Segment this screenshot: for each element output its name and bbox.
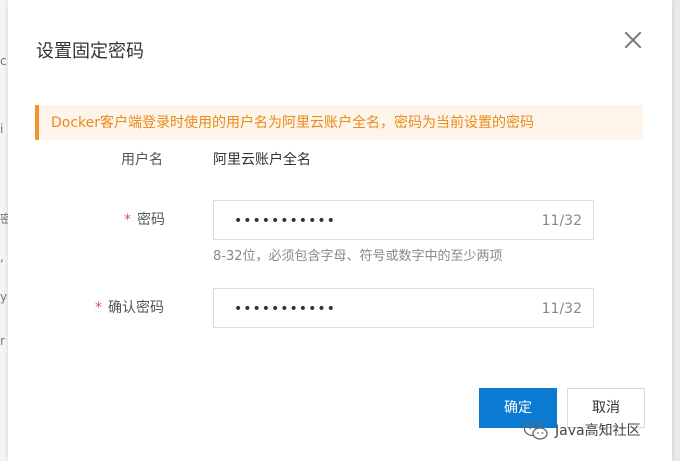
background-text-fragment: c: [0, 54, 7, 68]
username-label: 用户名: [121, 152, 163, 168]
required-mark: *: [124, 212, 131, 228]
confirm-password-masked-value: •••••••••••: [234, 301, 336, 317]
confirm-password-label: * 确认密码: [95, 299, 164, 317]
background-text-fragment: 密: [0, 212, 8, 226]
password-hint: 8-32位，必须包含字母、符号或数字中的至少两项: [213, 249, 503, 264]
close-icon[interactable]: [622, 29, 644, 51]
password-label: * 密码: [124, 211, 165, 229]
background-page-edge: [0, 0, 8, 461]
password-label-text: 密码: [137, 212, 165, 228]
confirm-password-field[interactable]: ••••••••••• 11/32: [213, 288, 594, 328]
dialog-title: 设置固定密码: [36, 41, 144, 62]
watermark: Java高知社区: [523, 420, 641, 442]
confirm-password-label-text: 确认密码: [108, 300, 164, 316]
background-text-fragment: y: [0, 290, 8, 304]
confirm-password-char-counter: 11/32: [541, 301, 582, 317]
username-value: 阿里云账户全名: [213, 152, 311, 168]
background-text-fragment: i: [0, 122, 4, 136]
wechat-icon: [523, 421, 548, 440]
background-text-fragment: ,: [0, 250, 4, 264]
password-field[interactable]: ••••••••••• 11/32: [213, 200, 594, 240]
background-text-fragment: r: [0, 334, 5, 348]
required-mark: *: [95, 300, 102, 316]
watermark-text: Java高知社区: [555, 423, 641, 439]
password-char-counter: 11/32: [541, 213, 582, 229]
password-masked-value: •••••••••••: [234, 213, 336, 229]
set-password-dialog: 设置固定密码 Docker客户端登录时使用的用户名为阿里云账户全名，密码为当前设…: [8, 0, 672, 461]
notice-banner: Docker客户端登录时使用的用户名为阿里云账户全名，密码为当前设置的密码: [35, 105, 643, 140]
notice-text: Docker客户端登录时使用的用户名为阿里云账户全名，密码为当前设置的密码: [51, 115, 535, 131]
